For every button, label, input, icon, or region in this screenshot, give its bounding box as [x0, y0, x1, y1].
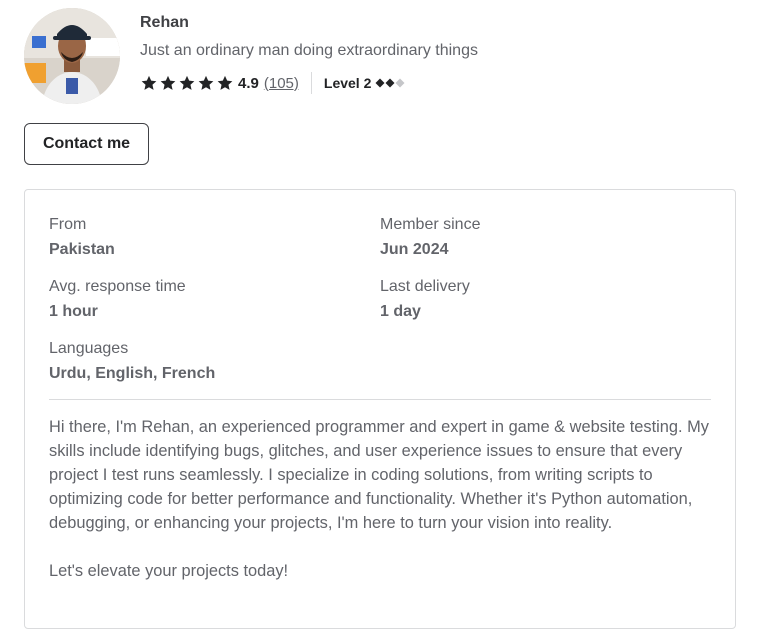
divider	[310, 72, 312, 94]
level-diamonds	[375, 78, 405, 88]
review-count-link[interactable]: (105)	[264, 75, 299, 92]
rating-row: 4.9 (105) Level 2	[140, 72, 405, 94]
diamond-icon	[385, 78, 395, 88]
stat-last-delivery: Last delivery 1 day	[380, 277, 470, 322]
description-paragraph: Hi there, I'm Rehan, an experienced prog…	[49, 418, 709, 532]
star-icon	[141, 75, 157, 90]
stat-value: Pakistan	[49, 241, 115, 258]
stat-label: Languages	[49, 340, 129, 357]
stat-response-time: Avg. response time 1 hour	[49, 277, 186, 322]
star-icon	[198, 75, 214, 90]
rating-stars	[140, 74, 234, 92]
star-icon	[179, 75, 195, 90]
divider	[49, 399, 711, 400]
profile-photo	[24, 8, 120, 104]
stat-label: From	[49, 216, 87, 233]
diamond-icon	[395, 78, 405, 88]
seller-info-card: From Pakistan Member since Jun 2024 Avg.…	[24, 189, 736, 629]
description-paragraph: Let's elevate your projects today!	[49, 562, 289, 580]
stat-label: Last delivery	[380, 278, 470, 295]
stat-from: From Pakistan	[49, 215, 115, 260]
star-icon	[160, 75, 176, 90]
stat-languages: Languages Urdu, English, French	[49, 339, 215, 384]
rating-score: 4.9	[238, 74, 259, 92]
stat-label: Member since	[380, 216, 481, 233]
seller-description: Hi there, I'm Rehan, an experienced prog…	[49, 415, 719, 583]
stat-value: Urdu, English, French	[49, 365, 216, 382]
stat-label: Avg. response time	[49, 278, 186, 295]
diamond-icon	[375, 78, 385, 88]
seller-level: Level 2	[323, 75, 372, 91]
seller-name: Rehan	[140, 14, 189, 31]
avatar	[24, 8, 120, 104]
seller-tagline: Just an ordinary man doing extraordinary…	[140, 42, 478, 59]
star-icon	[217, 75, 233, 90]
stat-value: 1 day	[380, 303, 421, 320]
stat-value: 1 hour	[49, 303, 98, 320]
stat-value: Jun 2024	[380, 241, 449, 258]
contact-me-button[interactable]: Contact me	[24, 123, 149, 165]
stat-member-since: Member since Jun 2024	[380, 215, 480, 260]
